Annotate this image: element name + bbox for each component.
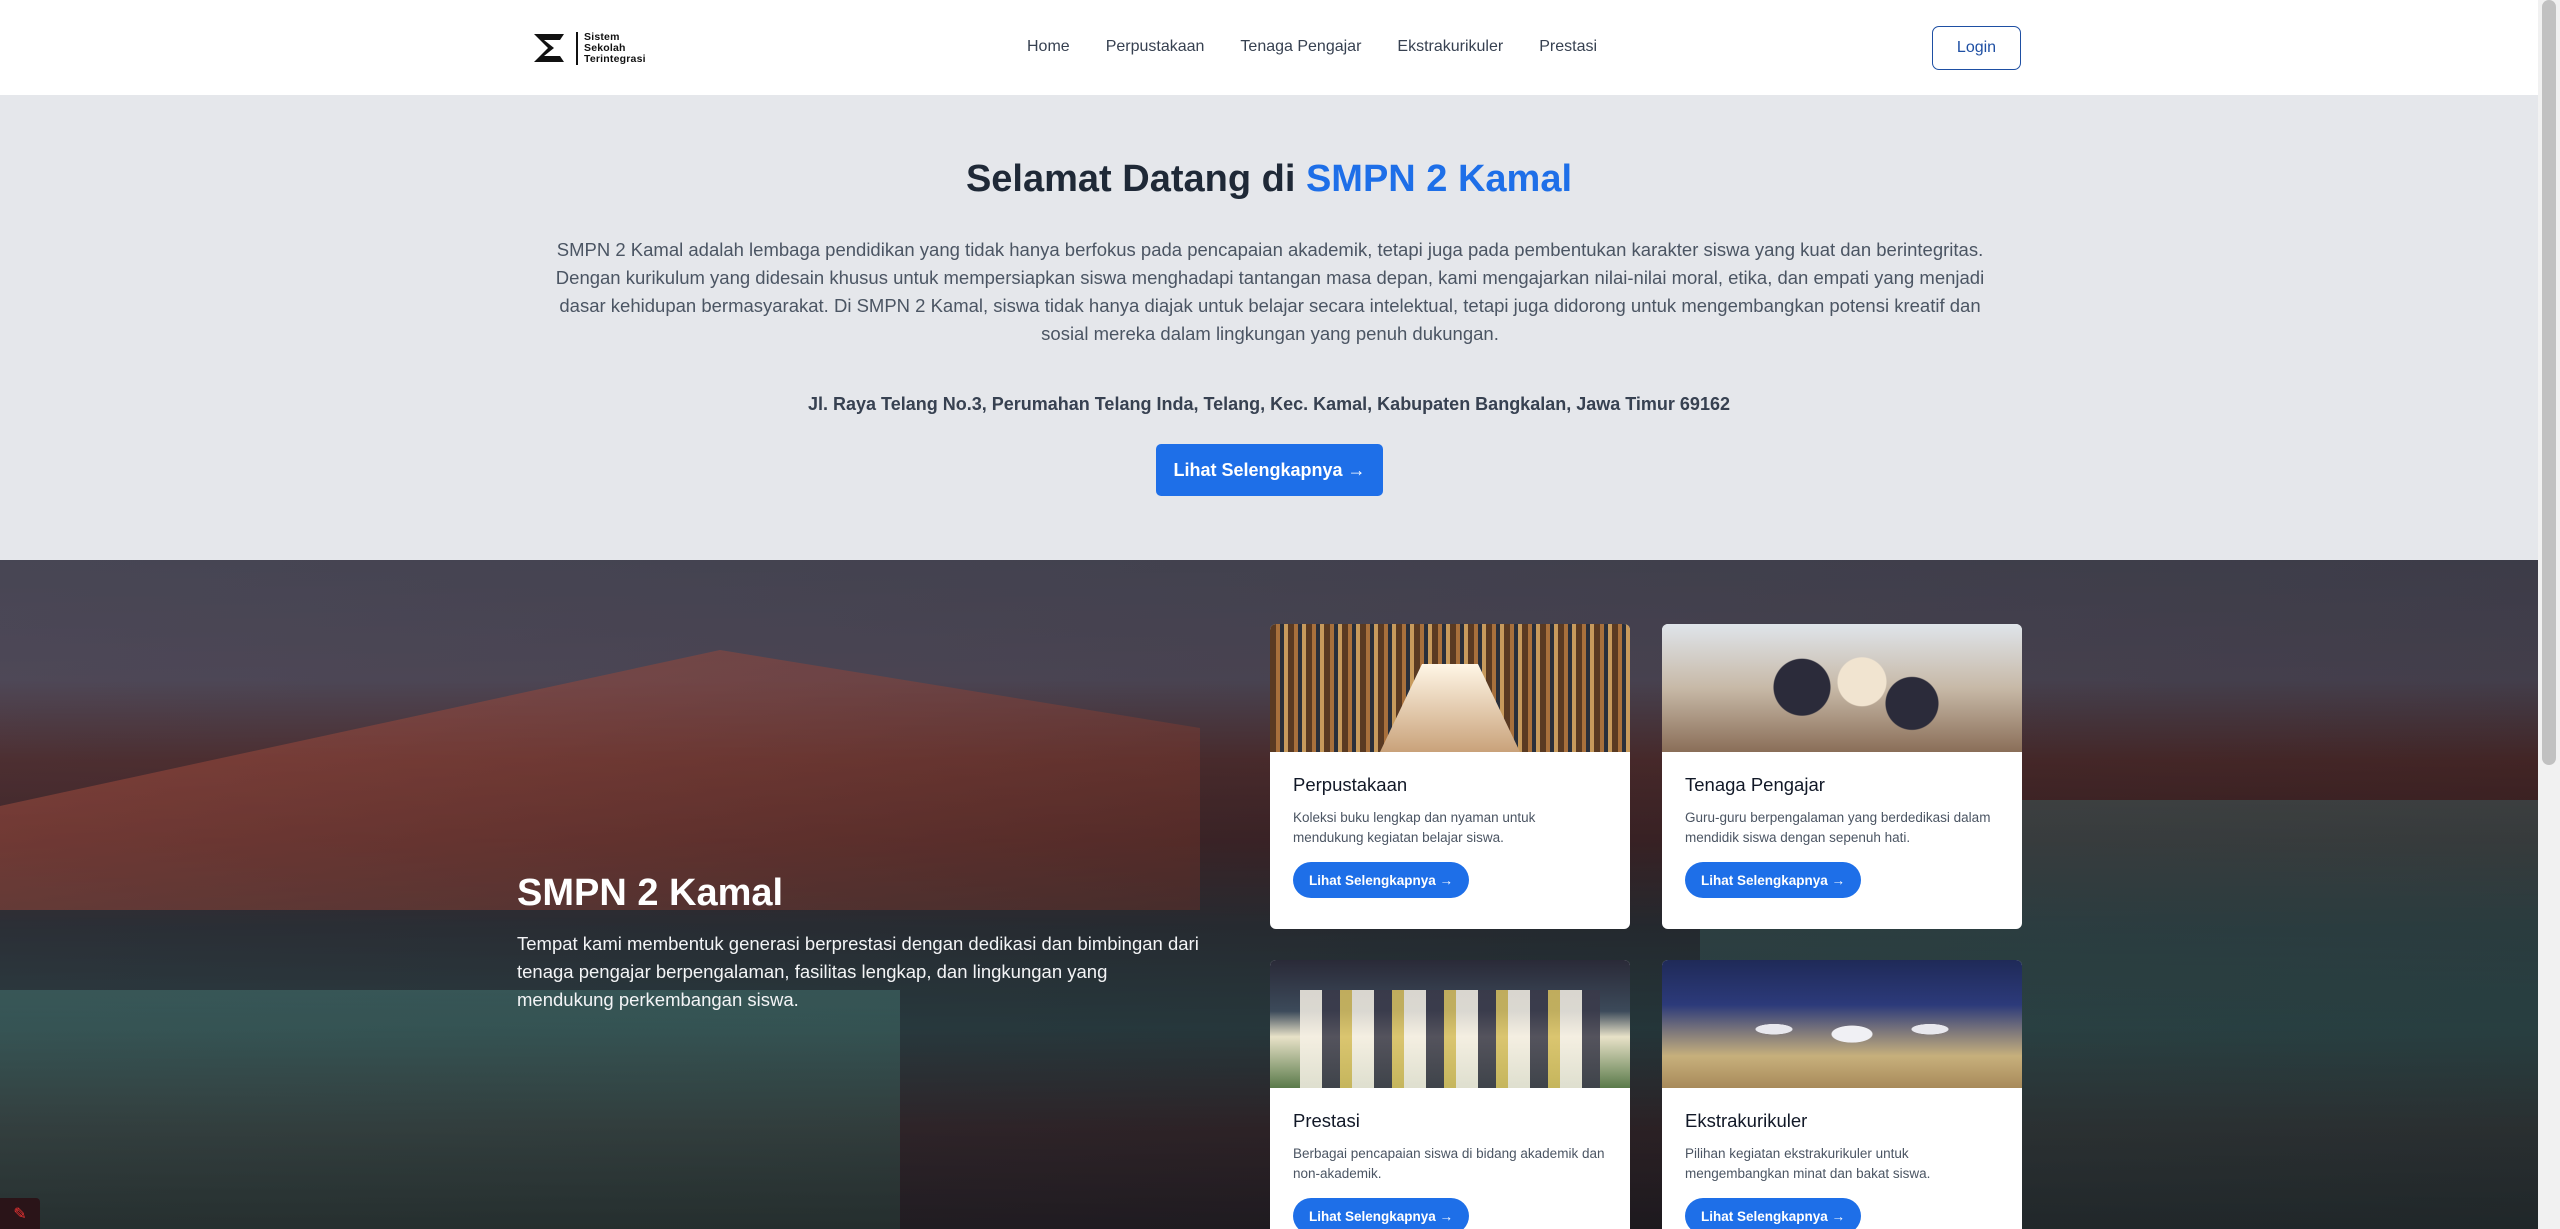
background-image	[0, 990, 900, 1229]
card-image	[1270, 624, 1630, 752]
hero-more-button[interactable]: Lihat Selengkapnya →	[1156, 444, 1383, 496]
card-body: Perpustakaan Koleksi buku lengkap dan ny…	[1270, 752, 1630, 920]
hero-title-accent: SMPN 2 Kamal	[1305, 158, 1573, 200]
card-perpustakaan: Perpustakaan Koleksi buku lengkap dan ny…	[1270, 624, 1630, 929]
card-tenaga-pengajar: Tenaga Pengajar Guru-guru berpengalaman …	[1662, 624, 2022, 929]
card-body: Ekstrakurikuler Pilihan kegiatan ekstrak…	[1662, 1088, 2022, 1229]
feature-title: SMPN 2 Kamal	[517, 872, 784, 914]
feature-section: SMPN 2 Kamal Tempat kami membentuk gener…	[0, 560, 2538, 1229]
nav-link-perpustakaan[interactable]: Perpustakaan	[1106, 38, 1205, 56]
card-more-button[interactable]: Lihat Selengkapnya →	[1685, 862, 1862, 898]
logo-line: Sekolah	[584, 41, 626, 54]
card-description: Koleksi buku lengkap dan nyaman untuk me…	[1293, 810, 1536, 845]
nav-link-prestasi[interactable]: Prestasi	[1539, 38, 1597, 56]
navbar: Sistem Sekolah Terintegrasi Home Perpust…	[0, 0, 2538, 96]
card-body: Tenaga Pengajar Guru-guru berpengalaman …	[1662, 752, 2022, 920]
nav-link-home[interactable]: Home	[1027, 38, 1070, 56]
hero-title-prefix: Selamat Datang di	[965, 158, 1306, 200]
scrollbar[interactable]	[2538, 0, 2560, 1229]
card-title: Prestasi	[1293, 1110, 1360, 1131]
logo-icon	[534, 34, 564, 62]
login-button[interactable]: Login	[1932, 26, 2021, 70]
card-title: Tenaga Pengajar	[1685, 774, 1825, 795]
nav-link-tenaga-pengajar[interactable]: Tenaga Pengajar	[1240, 38, 1361, 56]
card-title: Ekstrakurikuler	[1685, 1110, 1808, 1131]
card-description: Guru-guru berpengalaman yang berdedikasi…	[1685, 810, 1991, 845]
card-description: Pilihan kegiatan ekstrakurikuler untuk m…	[1685, 1146, 1931, 1181]
card-more-button[interactable]: Lihat Selengkapnya →	[1685, 1198, 1862, 1229]
card-description: Berbagai pencapaian siswa di bidang akad…	[1293, 1146, 1605, 1181]
card-image	[1270, 960, 1630, 1088]
logo-line: Sistem	[584, 30, 620, 43]
hero-section: Selamat Datang di SMPN 2 Kamal SMPN 2 Ka…	[0, 96, 2538, 560]
logo-text: Sistem Sekolah Terintegrasi	[576, 30, 646, 65]
feature-description: Tempat kami membentuk generasi berpresta…	[517, 933, 1199, 1010]
nav-link-ekstrakurikuler[interactable]: Ekstrakurikuler	[1397, 38, 1503, 56]
background-image	[0, 650, 1200, 910]
logo-line: Terintegrasi	[584, 52, 646, 65]
scrollbar-thumb[interactable]	[2542, 0, 2556, 765]
logo[interactable]: Sistem Sekolah Terintegrasi	[530, 30, 646, 66]
card-body: Prestasi Berbagai pencapaian siswa di bi…	[1270, 1088, 1630, 1229]
card-more-button[interactable]: Lihat Selengkapnya →	[1293, 1198, 1470, 1229]
hero-title: Selamat Datang di SMPN 2 Kamal	[0, 158, 2538, 201]
nav-links: Home Perpustakaan Tenaga Pengajar Ekstra…	[1027, 38, 1597, 56]
card-prestasi: Prestasi Berbagai pencapaian siswa di bi…	[1270, 960, 1630, 1229]
card-image	[1662, 624, 2022, 752]
hero-address: Jl. Raya Telang No.3, Perumahan Telang I…	[808, 394, 1730, 414]
card-more-button[interactable]: Lihat Selengkapnya →	[1293, 862, 1470, 898]
card-ekstrakurikuler: Ekstrakurikuler Pilihan kegiatan ekstrak…	[1662, 960, 2022, 1229]
hero-description: SMPN 2 Kamal adalah lembaga pendidikan y…	[555, 239, 1985, 344]
debug-toolbar-icon[interactable]: ✎	[0, 1198, 40, 1229]
card-title: Perpustakaan	[1293, 774, 1408, 795]
card-image	[1662, 960, 2022, 1088]
